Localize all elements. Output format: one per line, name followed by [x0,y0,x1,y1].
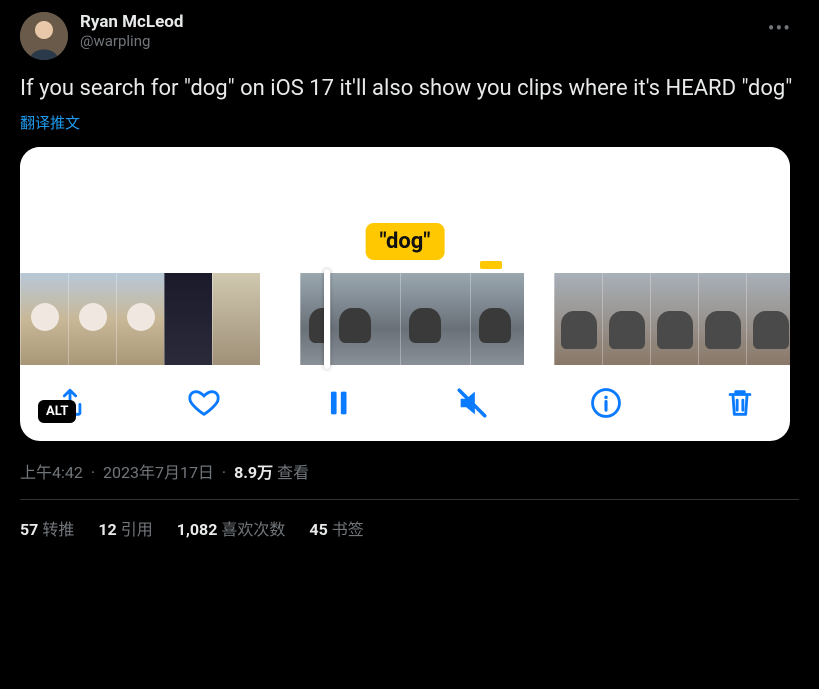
thumbnail [554,273,602,365]
heart-icon[interactable] [186,385,222,421]
tweet-header: Ryan McLeod @warpling ••• [20,12,799,60]
media-card[interactable]: "dog" [20,147,790,441]
search-bubble: "dog" [366,223,445,260]
bookmarks-count: 45 [309,520,327,539]
date[interactable]: 2023年7月17日 [103,463,214,482]
tweet-text: If you search for "dog" on iOS 17 it'll … [20,74,799,104]
thumbnail [746,273,790,365]
pause-icon[interactable] [320,385,356,421]
thumbnail [68,273,116,365]
clip-group-1[interactable] [20,273,260,365]
clip-group-3[interactable] [554,273,790,365]
separator: · [222,463,226,482]
tweet-meta: 上午4:42 · 2023年7月17日 · 8.9万 查看 [20,459,799,483]
thumbnail [300,273,324,365]
thumbnail [470,273,524,365]
thumbnail [400,273,470,365]
retweets-label: 转推 [42,520,74,539]
views-count[interactable]: 8.9万 [234,463,273,482]
alt-badge[interactable]: ALT [38,400,76,423]
thumbnail [20,273,68,365]
timeline-gap [260,273,300,365]
tweet-stats: 57转推 12 引用 1,082喜欢次数 45 书签 [20,516,799,540]
quotes-count: 12 [98,520,116,539]
likes-count: 1,082 [177,520,218,539]
likes-label: 喜欢次数 [221,520,285,539]
playhead[interactable] [324,269,330,369]
thumbnail [116,273,164,365]
author-names: Ryan McLeod @warpling [80,12,183,50]
views-label: 查看 [277,463,309,482]
video-timeline[interactable] [20,273,790,365]
avatar[interactable] [20,12,68,60]
more-icon[interactable]: ••• [760,12,799,44]
divider [20,499,799,500]
time[interactable]: 上午4:42 [20,463,83,482]
handle[interactable]: @warpling [80,32,183,50]
tweet-container: Ryan McLeod @warpling ••• If you search … [0,0,819,552]
translate-link[interactable]: 翻译推文 [20,112,799,133]
trash-icon[interactable] [722,385,758,421]
media-toolbar [20,365,790,435]
quotes-stat[interactable]: 12 引用 [98,516,152,540]
mute-icon[interactable] [454,385,490,421]
media-whitespace: "dog" [20,147,790,273]
thumbnail [650,273,698,365]
quotes-label: 引用 [121,520,153,539]
retweets-count: 57 [20,520,38,539]
separator: · [91,463,95,482]
display-name[interactable]: Ryan McLeod [80,12,183,32]
retweets-stat[interactable]: 57转推 [20,516,74,540]
thumbnail [698,273,746,365]
bookmarks-label: 书签 [332,520,364,539]
likes-stat[interactable]: 1,082喜欢次数 [177,516,286,540]
bookmarks-stat[interactable]: 45 书签 [309,516,363,540]
thumbnail [330,273,400,365]
info-icon[interactable] [588,385,624,421]
timeline-gap [524,273,554,365]
thumbnail [602,273,650,365]
search-marker [480,261,502,269]
thumbnail [164,273,212,365]
clip-group-2[interactable] [300,273,524,365]
thumbnail [212,273,260,365]
